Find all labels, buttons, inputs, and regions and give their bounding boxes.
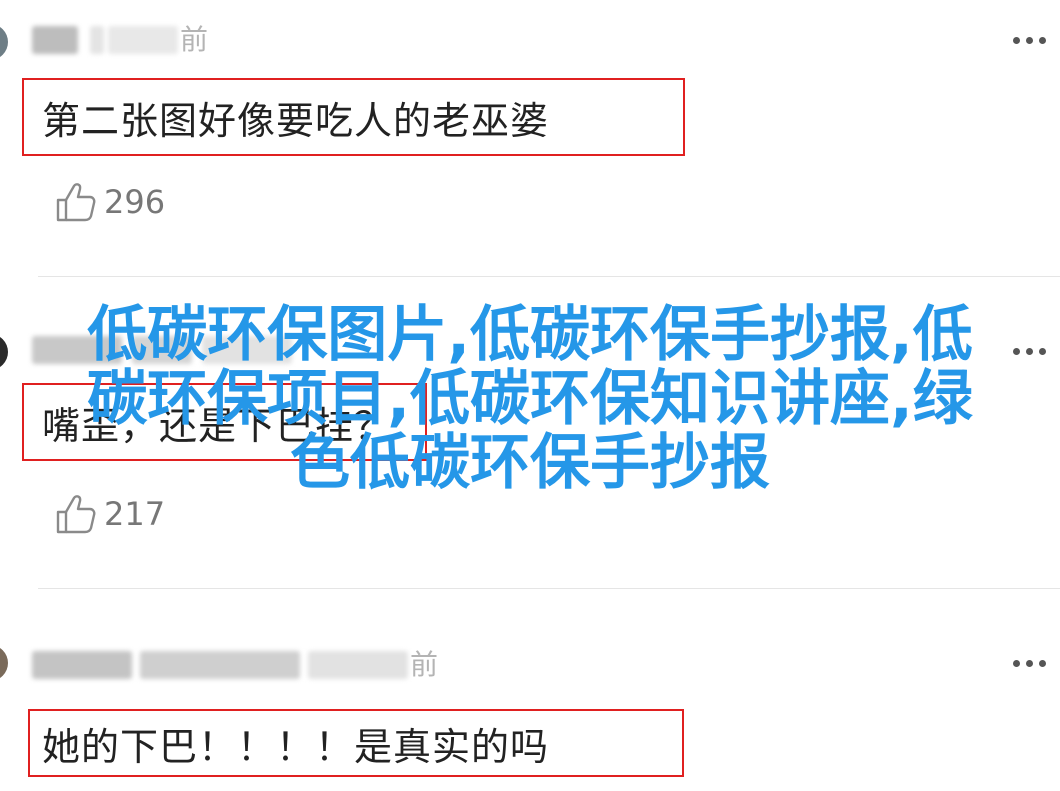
user-meta: 前: [32, 647, 438, 683]
like-button[interactable]: 296: [54, 180, 165, 224]
highlight-box: 她的下巴！！！！是真实的吗: [28, 709, 684, 777]
avatar[interactable]: [0, 645, 8, 681]
timestamp-blurred: [308, 651, 408, 679]
comment-item: 前 第二张图好像要吃人的老巫婆 296: [0, 0, 1060, 276]
comment-feed: 前 第二张图好像要吃人的老巫婆 296 嘴歪，还是下巴挂？ 217 前 她的下巴…: [0, 0, 1060, 791]
overlay-line: 低碳环保图片,低碳环保手抄报,低: [87, 300, 973, 370]
username-blurred: [90, 26, 104, 54]
username-blurred: [140, 651, 300, 679]
like-count: 296: [104, 183, 166, 221]
comment-item: 前 她的下巴！！！！是真实的吗: [0, 589, 1060, 791]
overlay-line: 碳环保项目,低碳环保知识讲座,绿: [87, 364, 973, 434]
timestamp-suffix: 前: [410, 648, 439, 681]
user-meta: 前: [32, 22, 208, 58]
like-count: 217: [104, 495, 166, 533]
username-blurred[interactable]: [32, 651, 132, 679]
more-dots-icon[interactable]: [1013, 37, 1046, 44]
comment-text: 她的下巴！！！！是真实的吗: [42, 724, 550, 769]
overlay-headline: 低碳环保图片,低碳环保手抄报,低 碳环保项目,低碳环保知识讲座,绿 色低碳环保手…: [0, 303, 1060, 495]
thumbs-up-icon: [56, 495, 96, 534]
timestamp-suffix: 前: [180, 23, 209, 56]
like-button[interactable]: 217: [54, 492, 165, 536]
thumbs-up-icon: [56, 183, 96, 222]
timestamp-blurred: [108, 26, 178, 54]
comment-text: 第二张图好像要吃人的老巫婆: [42, 98, 550, 143]
overlay-line: 色低碳环保手抄报: [290, 428, 770, 498]
highlight-box: 第二张图好像要吃人的老巫婆: [22, 78, 685, 156]
username-blurred[interactable]: [32, 26, 78, 54]
avatar[interactable]: [0, 24, 8, 60]
more-dots-icon[interactable]: [1013, 660, 1046, 667]
